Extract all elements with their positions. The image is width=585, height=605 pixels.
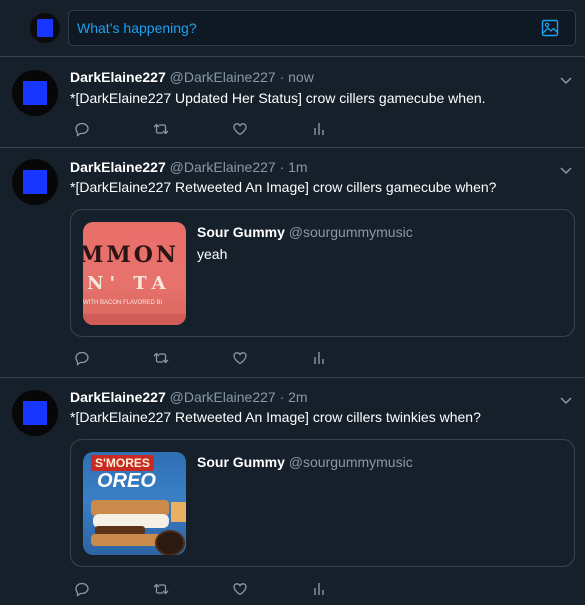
timestamp[interactable]: 2m [288,389,307,405]
tweet-header: DarkElaine227 @DarkElaine227 · 1m [70,159,308,175]
quoted-display-name[interactable]: Sour Gummy [197,224,285,240]
tweet-actions [70,581,340,599]
separator-dot: · [279,389,285,405]
avatar[interactable] [12,390,58,436]
avatar[interactable] [30,13,60,43]
display-name[interactable]: DarkElaine227 [70,69,166,85]
quoted-image[interactable]: S'MORES OREO [83,452,186,555]
thumb-text: S'MORES [91,455,154,471]
quoted-text: yeah [197,246,228,262]
timestamp[interactable]: 1m [288,159,307,175]
compose-input[interactable]: What’s happening? [68,10,576,46]
chevron-down-icon[interactable] [559,393,573,411]
thumb-text: N' TA [87,273,172,294]
image-icon[interactable] [541,19,559,42]
reply-icon[interactable] [74,581,90,602]
quoted-image[interactable]: MMON N' TA WITH BACON FLAVORED BI [83,222,186,325]
tweet-header: DarkElaine227 @DarkElaine227 · now [70,69,314,85]
quoted-header: Sour Gummy @sourgummymusic [197,224,413,240]
display-name[interactable]: DarkElaine227 [70,159,166,175]
tweet-actions [70,350,340,368]
chevron-down-icon[interactable] [559,73,573,91]
handle[interactable]: @DarkElaine227 [170,389,276,405]
compose-bar: What’s happening? [0,0,585,57]
analytics-icon[interactable] [312,121,326,142]
reply-icon[interactable] [74,350,90,371]
tweet[interactable]: DarkElaine227 @DarkElaine227 · 2m *[Dark… [0,378,585,605]
handle[interactable]: @DarkElaine227 [170,159,276,175]
compose-placeholder: What’s happening? [77,20,197,36]
chevron-down-icon[interactable] [559,163,573,181]
quoted-handle[interactable]: @sourgummymusic [289,224,413,240]
quoted-tweet[interactable]: MMON N' TA WITH BACON FLAVORED BI Sour G… [70,209,575,337]
like-icon[interactable] [232,581,248,602]
separator-dot: · [279,159,285,175]
avatar[interactable] [12,159,58,205]
reply-icon[interactable] [74,121,90,142]
thumb-text: OREO [97,470,156,492]
quoted-handle[interactable]: @sourgummymusic [289,454,413,470]
thumb-text: WITH BACON FLAVORED BI [83,300,163,306]
timestamp[interactable]: now [288,69,314,85]
avatar[interactable] [12,70,58,116]
quoted-display-name[interactable]: Sour Gummy [197,454,285,470]
tweet-actions [70,121,340,139]
analytics-icon[interactable] [312,350,326,371]
tweet-text: *[DarkElaine227 Updated Her Status] crow… [70,90,486,106]
separator-dot: · [279,69,285,85]
tweet[interactable]: DarkElaine227 @DarkElaine227 · 1m *[Dark… [0,148,585,378]
like-icon[interactable] [232,350,248,371]
tweet-header: DarkElaine227 @DarkElaine227 · 2m [70,389,308,405]
quoted-tweet[interactable]: S'MORES OREO Sour Gummy @sourgummymusic [70,439,575,567]
display-name[interactable]: DarkElaine227 [70,389,166,405]
thumb-text: MMON [83,242,179,268]
retweet-icon[interactable] [152,121,170,142]
tweet[interactable]: DarkElaine227 @DarkElaine227 · now *[Dar… [0,57,585,148]
tweet-text: *[DarkElaine227 Retweeted An Image] crow… [70,179,497,195]
like-icon[interactable] [232,121,248,142]
tweet-text: *[DarkElaine227 Retweeted An Image] crow… [70,409,481,425]
quoted-header: Sour Gummy @sourgummymusic [197,454,413,470]
retweet-icon[interactable] [152,350,170,371]
analytics-icon[interactable] [312,581,326,602]
retweet-icon[interactable] [152,581,170,602]
handle[interactable]: @DarkElaine227 [170,69,276,85]
